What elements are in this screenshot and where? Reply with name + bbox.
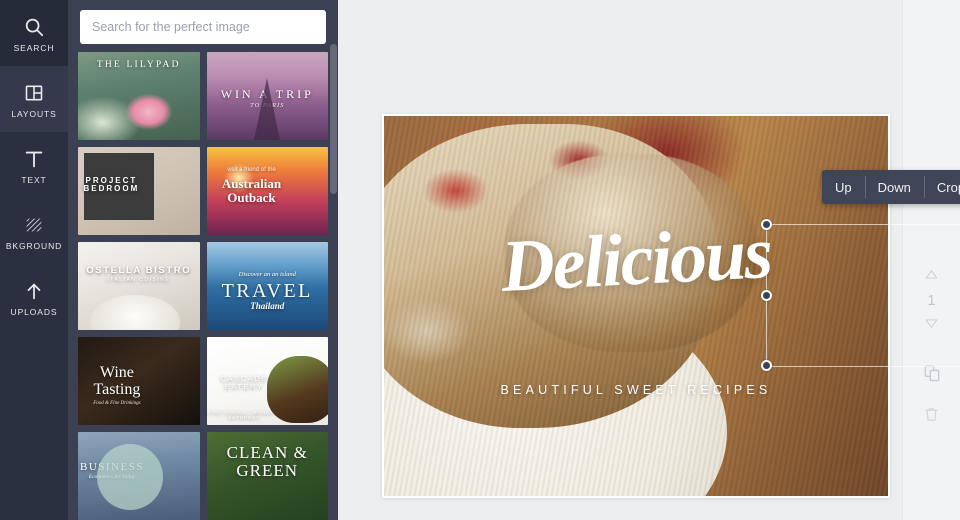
rail-item-text[interactable]: TEXT (0, 132, 68, 198)
right-tool-rail: 1 (902, 0, 960, 520)
thumbnail-item[interactable]: CLEAN & GREEN (206, 432, 328, 520)
element-toolbar: Up Down Crop Filter Copy (822, 170, 960, 204)
workspace: Delicious BEAUTIFUL SWEET RECIPES Up Dow… (338, 0, 960, 520)
duplicate-button[interactable] (915, 361, 949, 389)
thumbnail-item[interactable]: visit a friend of the Australian Outback (206, 147, 328, 235)
layer-up-button[interactable] (915, 262, 949, 290)
rail-item-background[interactable]: BKGROUND (0, 198, 68, 264)
search-bar (68, 0, 338, 52)
thumbnail-item[interactable]: BUSINESS Economics for Today (78, 432, 200, 520)
left-tool-rail: SEARCH LAYOUTS TEXT BKGROUND UPLOADS (0, 0, 68, 520)
panel-scrollbar-thumb[interactable] (330, 44, 337, 194)
toolbar-up-button[interactable]: Up (822, 170, 865, 204)
rail-label-search: SEARCH (13, 42, 55, 53)
thumbnail-title: TRAVEL (221, 280, 313, 302)
triangle-up-icon (924, 267, 939, 285)
thumbnail-title: WIN A TRIP (220, 87, 314, 101)
uploads-icon (23, 278, 45, 304)
resize-handle-top-left[interactable] (761, 219, 772, 230)
thumbnail-title: CLEAN & GREEN (226, 443, 308, 480)
thumbnail-item[interactable]: Wine Tasting Food & Fine Drinkings (78, 337, 200, 425)
thumbnail-item[interactable]: CASCADE EATERY FINE DINING | MONDAY-SATU… (206, 337, 328, 425)
rail-item-search[interactable]: SEARCH (0, 0, 68, 66)
layer-order-control: 1 (915, 262, 949, 339)
search-icon (23, 14, 45, 40)
thumbnail-title: CASCADE EATERY (220, 374, 268, 391)
layer-down-button[interactable] (915, 311, 949, 339)
thumbnail-grid: THE LILYPAD WIN A TRIP TO PARIS PROJECT … (68, 52, 338, 520)
duplicate-icon (922, 363, 942, 388)
rail-item-layouts[interactable]: LAYOUTS (0, 66, 68, 132)
dessert-highlight-shape (504, 154, 757, 352)
thumbnail-item[interactable]: OSTELLA BISTRO ITALIAN CUISINE (78, 242, 200, 330)
toolbar-down-button[interactable]: Down (864, 170, 924, 204)
design-editor-app: SEARCH LAYOUTS TEXT BKGROUND UPLOADS Sea… (0, 0, 960, 520)
search-input[interactable] (80, 10, 326, 44)
layouts-icon (24, 80, 44, 106)
rail-label-text: TEXT (21, 174, 47, 185)
thumbnail-title: BUSINESS (80, 461, 144, 473)
thumbnail-title: PROJECT BEDROOM (83, 176, 140, 194)
trash-icon (923, 406, 940, 428)
thumbnail-subtitle: FINE DINING | MONDAY-SATURDAY (207, 410, 281, 420)
background-icon (23, 212, 45, 238)
thumbnail-item[interactable]: PROJECT BEDROOM (78, 147, 200, 235)
resize-handle-middle-left[interactable] (761, 289, 772, 301)
thumbnail-subtitle: Economics for Today (88, 474, 136, 480)
text-icon (23, 146, 45, 172)
rail-item-uploads[interactable]: UPLOADS (0, 264, 68, 330)
thumbnail-item[interactable]: WIN A TRIP TO PARIS (206, 52, 328, 140)
resize-handle-bottom-left[interactable] (761, 360, 772, 371)
toolbar-crop-button[interactable]: Crop (923, 170, 960, 204)
layer-number: 1 (927, 292, 936, 309)
design-canvas-frame: Delicious BEAUTIFUL SWEET RECIPES (382, 114, 890, 498)
panel-scrollbar[interactable] (330, 0, 337, 520)
thumbnail-item[interactable]: THE LILYPAD (78, 52, 200, 140)
rail-label-layouts: LAYOUTS (11, 108, 57, 119)
thumbnail-subtitle: Food & Fine Drinkings (93, 401, 141, 406)
thumbnail-subtitle: visit a friend of the (227, 167, 276, 173)
image-browser-panel: THE LILYPAD WIN A TRIP TO PARIS PROJECT … (68, 0, 338, 520)
rail-label-background: BKGROUND (5, 240, 63, 251)
thumbnail-title: Wine Tasting (93, 364, 141, 398)
thumbnail-title: THE LILYPAD (96, 60, 181, 70)
thumbnail-title: Australian Outback (221, 176, 282, 205)
triangle-down-icon (924, 316, 939, 334)
rail-label-uploads: UPLOADS (10, 306, 58, 317)
design-canvas[interactable]: Delicious BEAUTIFUL SWEET RECIPES (384, 116, 888, 496)
delete-button[interactable] (915, 403, 949, 431)
thumbnail-subtitle: ITALIAN CUISINE (107, 277, 171, 283)
thumbnail-extra: Thailand (250, 301, 285, 311)
thumbnail-subtitle: TO PARIS (250, 102, 285, 109)
thumbnail-item[interactable]: Discover an an island TRAVEL Thailand (206, 242, 328, 330)
thumbnail-title: OSTELLA BISTRO (86, 265, 192, 276)
thumbnail-subtitle: Discover an an island (238, 271, 296, 278)
